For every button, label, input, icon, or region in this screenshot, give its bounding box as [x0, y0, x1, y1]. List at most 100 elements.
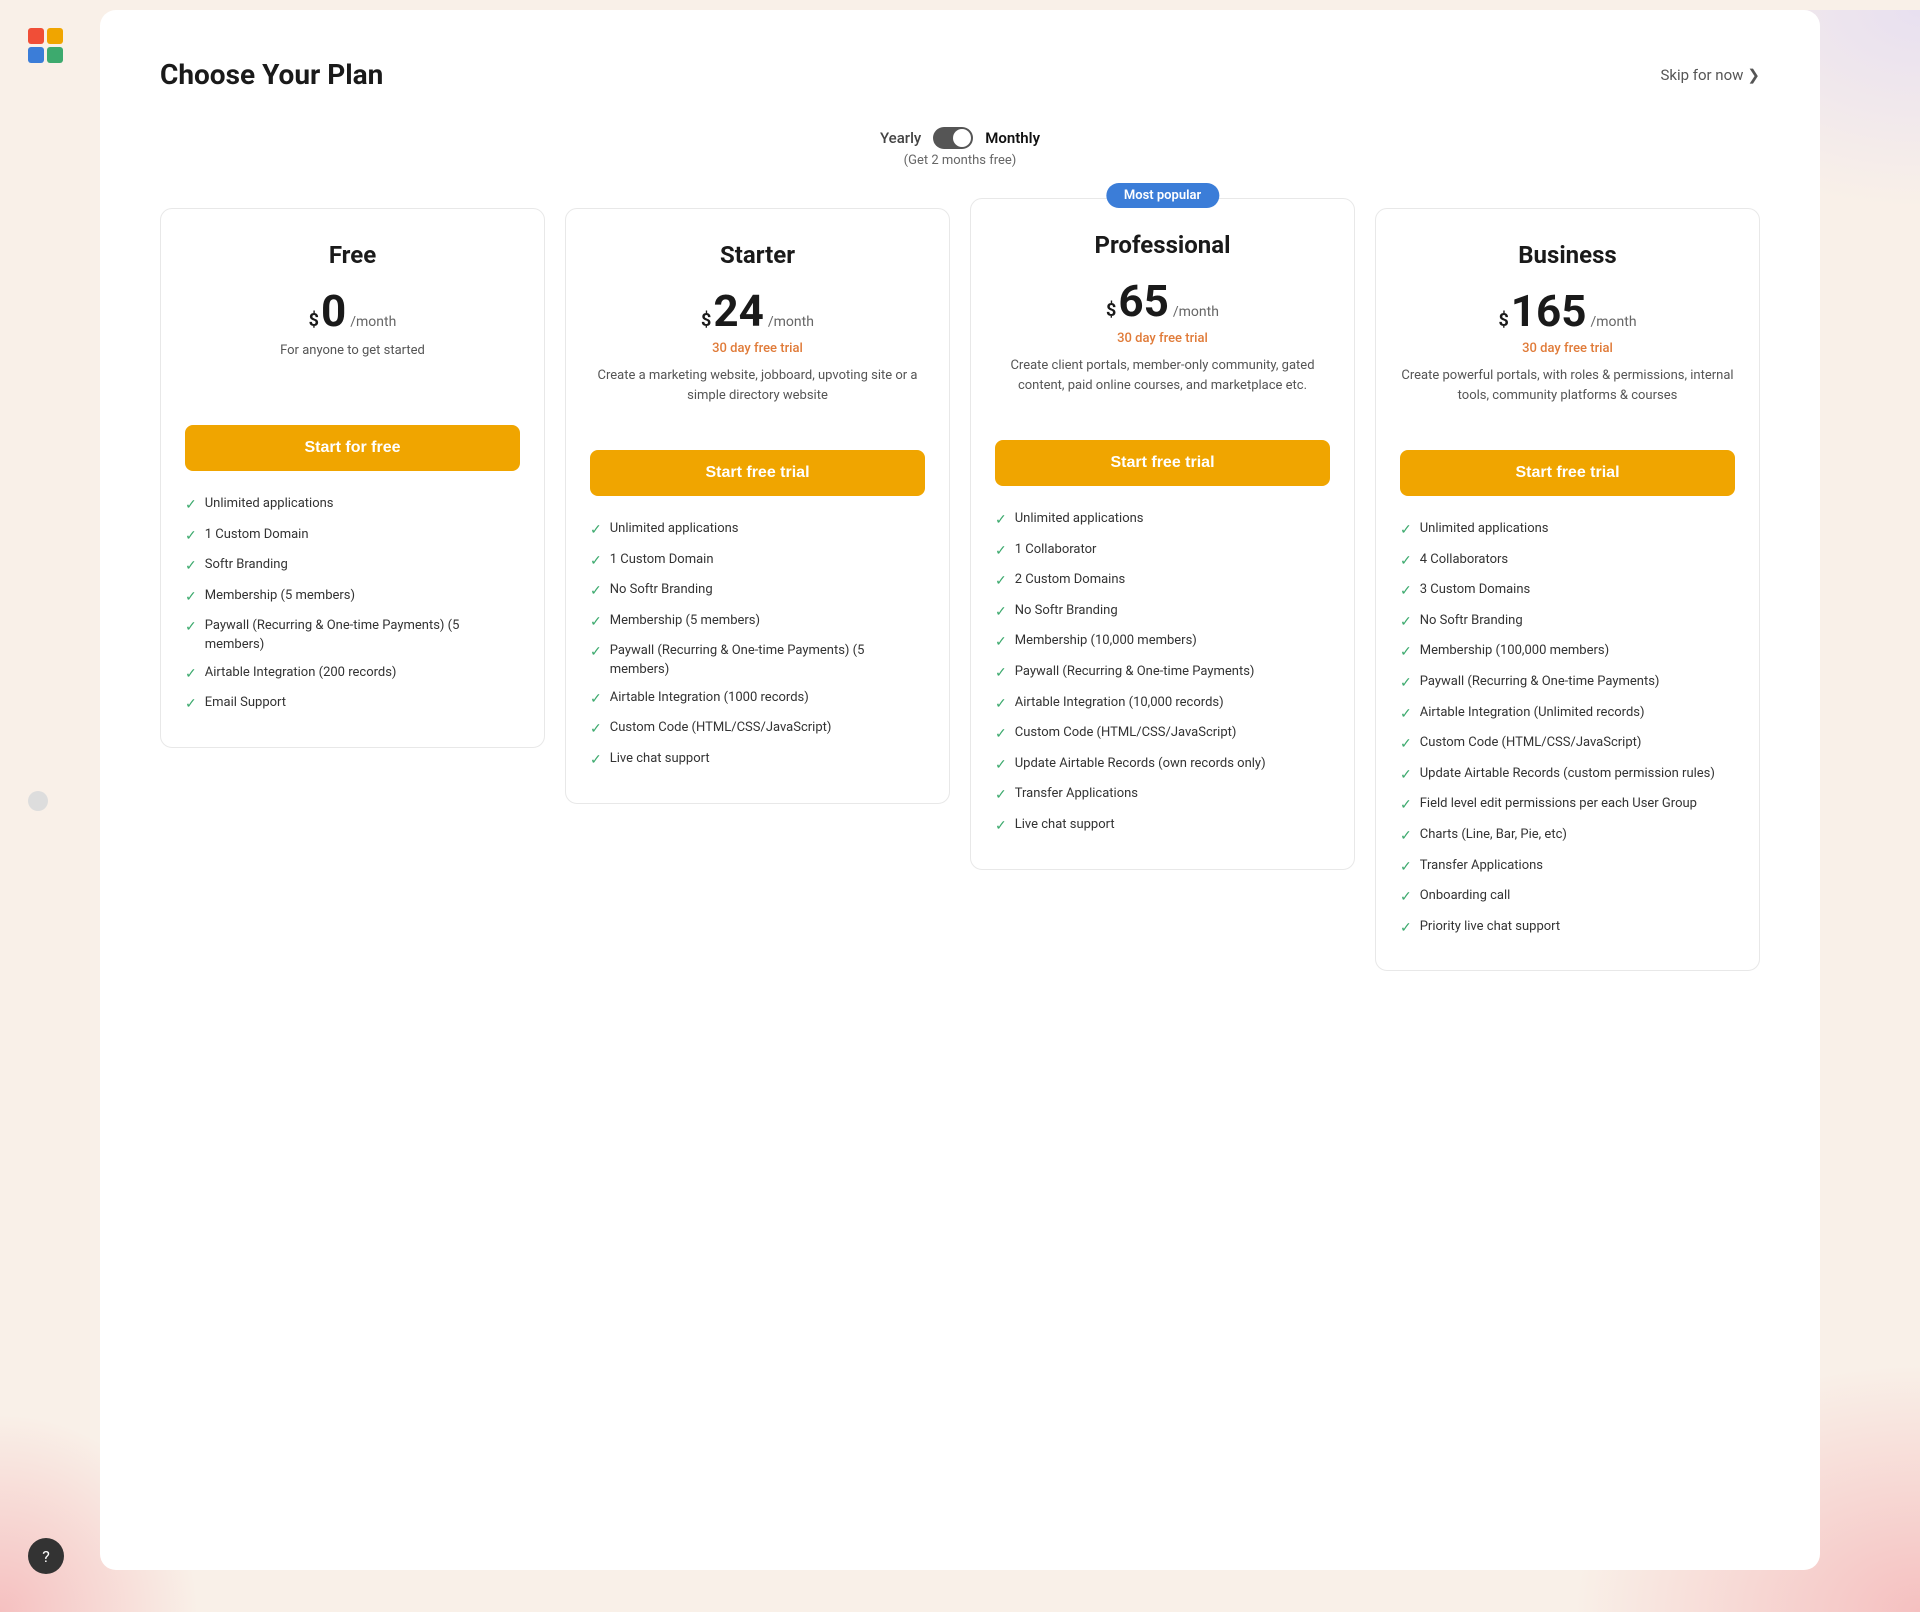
help-button[interactable]: ? — [28, 1538, 64, 1574]
skip-label: Skip for now — [1660, 66, 1743, 84]
feature-item: ✓ Update Airtable Records (custom permis… — [1400, 765, 1735, 786]
plan-description-free: For anyone to get started — [185, 341, 520, 401]
billing-toggle-row: Yearly Monthly (Get 2 months free) — [160, 127, 1760, 168]
price-period: /month — [768, 314, 814, 330]
feature-item: ✓ No Softr Branding — [590, 581, 925, 602]
feature-text: Membership (5 members) — [610, 612, 760, 630]
feature-text: Update Airtable Records (own records onl… — [1015, 755, 1266, 773]
check-icon: ✓ — [1400, 705, 1412, 725]
feature-item: ✓ Unlimited applications — [185, 495, 520, 516]
logo-square-green — [47, 47, 63, 63]
scroll-indicator — [28, 791, 48, 811]
feature-item: ✓ Paywall (Recurring & One-time Payments… — [995, 663, 1330, 684]
price-period: /month — [1173, 304, 1219, 320]
billing-toggle-switch[interactable] — [933, 127, 973, 149]
feature-item: ✓ Membership (5 members) — [185, 587, 520, 608]
feature-item: ✓ Custom Code (HTML/CSS/JavaScript) — [590, 719, 925, 740]
plan-price-row-business: $ 165 /month — [1400, 289, 1735, 333]
feature-item: ✓ Airtable Integration (200 records) — [185, 664, 520, 685]
plan-description-business: Create powerful portals, with roles & pe… — [1400, 366, 1735, 426]
plan-card-professional: Most popular Professional $ 65 /month 30… — [970, 198, 1355, 870]
feature-item: ✓ Transfer Applications — [1400, 857, 1735, 878]
price-amount: 0 — [321, 289, 346, 333]
feature-item: ✓ Airtable Integration (Unlimited record… — [1400, 704, 1735, 725]
feature-item: ✓ Live chat support — [590, 750, 925, 771]
check-icon: ✓ — [185, 527, 197, 547]
check-icon: ✓ — [590, 552, 602, 572]
check-icon: ✓ — [995, 542, 1007, 562]
check-icon: ✓ — [1400, 858, 1412, 878]
feature-text: No Softr Branding — [1420, 612, 1523, 630]
feature-text: Membership (100,000 members) — [1420, 642, 1609, 660]
feature-text: Transfer Applications — [1015, 785, 1138, 803]
feature-item: ✓ Paywall (Recurring & One-time Payments… — [1400, 673, 1735, 694]
feature-text: Priority live chat support — [1420, 918, 1560, 936]
header-row: Choose Your Plan Skip for now ❯ — [160, 58, 1760, 91]
check-icon: ✓ — [185, 665, 197, 685]
feature-item: ✓ Onboarding call — [1400, 887, 1735, 908]
cta-button-business[interactable]: Start free trial — [1400, 450, 1735, 496]
cta-button-free[interactable]: Start for free — [185, 425, 520, 471]
feature-item: ✓ Unlimited applications — [590, 520, 925, 541]
plan-name-free: Free — [185, 241, 520, 269]
feature-text: Update Airtable Records (custom permissi… — [1420, 765, 1715, 783]
trial-text-business: 30 day free trial — [1400, 341, 1735, 356]
trial-text-starter: 30 day free trial — [590, 341, 925, 356]
plan-card-starter: Starter $ 24 /month 30 day free trial Cr… — [565, 208, 950, 804]
logo-square-orange — [47, 28, 63, 44]
skip-chevron: ❯ — [1747, 66, 1760, 84]
feature-item: ✓ Membership (100,000 members) — [1400, 642, 1735, 663]
feature-text: Live chat support — [1015, 816, 1115, 834]
feature-text: 3 Custom Domains — [1420, 581, 1531, 599]
most-popular-badge: Most popular — [1106, 183, 1219, 208]
feature-item: ✓ 1 Custom Domain — [590, 551, 925, 572]
feature-text: Paywall (Recurring & One-time Payments) … — [610, 642, 925, 678]
check-icon: ✓ — [995, 572, 1007, 592]
feature-text: Paywall (Recurring & One-time Payments) … — [205, 617, 520, 653]
feature-text: Unlimited applications — [610, 520, 739, 538]
feature-text: Custom Code (HTML/CSS/JavaScript) — [1420, 734, 1642, 752]
monthly-label: Monthly — [985, 129, 1040, 147]
feature-text: Membership (5 members) — [205, 587, 355, 605]
feature-item: ✓ Custom Code (HTML/CSS/JavaScript) — [995, 724, 1330, 745]
feature-item: ✓ 1 Custom Domain — [185, 526, 520, 547]
check-icon: ✓ — [995, 603, 1007, 623]
check-icon: ✓ — [590, 720, 602, 740]
feature-item: ✓ Email Support — [185, 694, 520, 715]
check-icon: ✓ — [1400, 613, 1412, 633]
feature-item: ✓ No Softr Branding — [995, 602, 1330, 623]
feature-text: Airtable Integration (1000 records) — [610, 689, 809, 707]
feature-item: ✓ Update Airtable Records (own records o… — [995, 755, 1330, 776]
plan-card-free: Free $ 0 /month For anyone to get starte… — [160, 208, 545, 748]
features-list-free: ✓ Unlimited applications ✓ 1 Custom Doma… — [185, 495, 520, 715]
logo-square-red — [28, 28, 44, 44]
feature-text: Email Support — [205, 694, 286, 712]
feature-item: ✓ Airtable Integration (10,000 records) — [995, 694, 1330, 715]
cta-button-starter[interactable]: Start free trial — [590, 450, 925, 496]
plan-name-professional: Professional — [995, 231, 1330, 259]
skip-link[interactable]: Skip for now ❯ — [1660, 66, 1760, 84]
feature-text: Unlimited applications — [205, 495, 334, 513]
check-icon: ✓ — [590, 690, 602, 710]
check-icon: ✓ — [590, 613, 602, 633]
check-icon: ✓ — [185, 496, 197, 516]
plan-card-business: Business $ 165 /month 30 day free trial … — [1375, 208, 1760, 971]
plans-grid: Free $ 0 /month For anyone to get starte… — [160, 208, 1760, 971]
feature-text: Unlimited applications — [1015, 510, 1144, 528]
feature-item: ✓ Field level edit permissions per each … — [1400, 795, 1735, 816]
cta-button-professional[interactable]: Start free trial — [995, 440, 1330, 486]
check-icon: ✓ — [1400, 766, 1412, 786]
check-icon: ✓ — [995, 633, 1007, 653]
feature-text: Paywall (Recurring & One-time Payments) — [1015, 663, 1255, 681]
plan-description-starter: Create a marketing website, jobboard, up… — [590, 366, 925, 426]
feature-item: ✓ Membership (5 members) — [590, 612, 925, 633]
feature-text: 1 Collaborator — [1015, 541, 1097, 559]
check-icon: ✓ — [1400, 674, 1412, 694]
check-icon: ✓ — [995, 695, 1007, 715]
feature-text: Airtable Integration (10,000 records) — [1015, 694, 1224, 712]
check-icon: ✓ — [1400, 552, 1412, 572]
check-icon: ✓ — [1400, 888, 1412, 908]
feature-item: ✓ Unlimited applications — [995, 510, 1330, 531]
feature-text: 4 Collaborators — [1420, 551, 1508, 569]
toggle-knob — [953, 129, 971, 147]
